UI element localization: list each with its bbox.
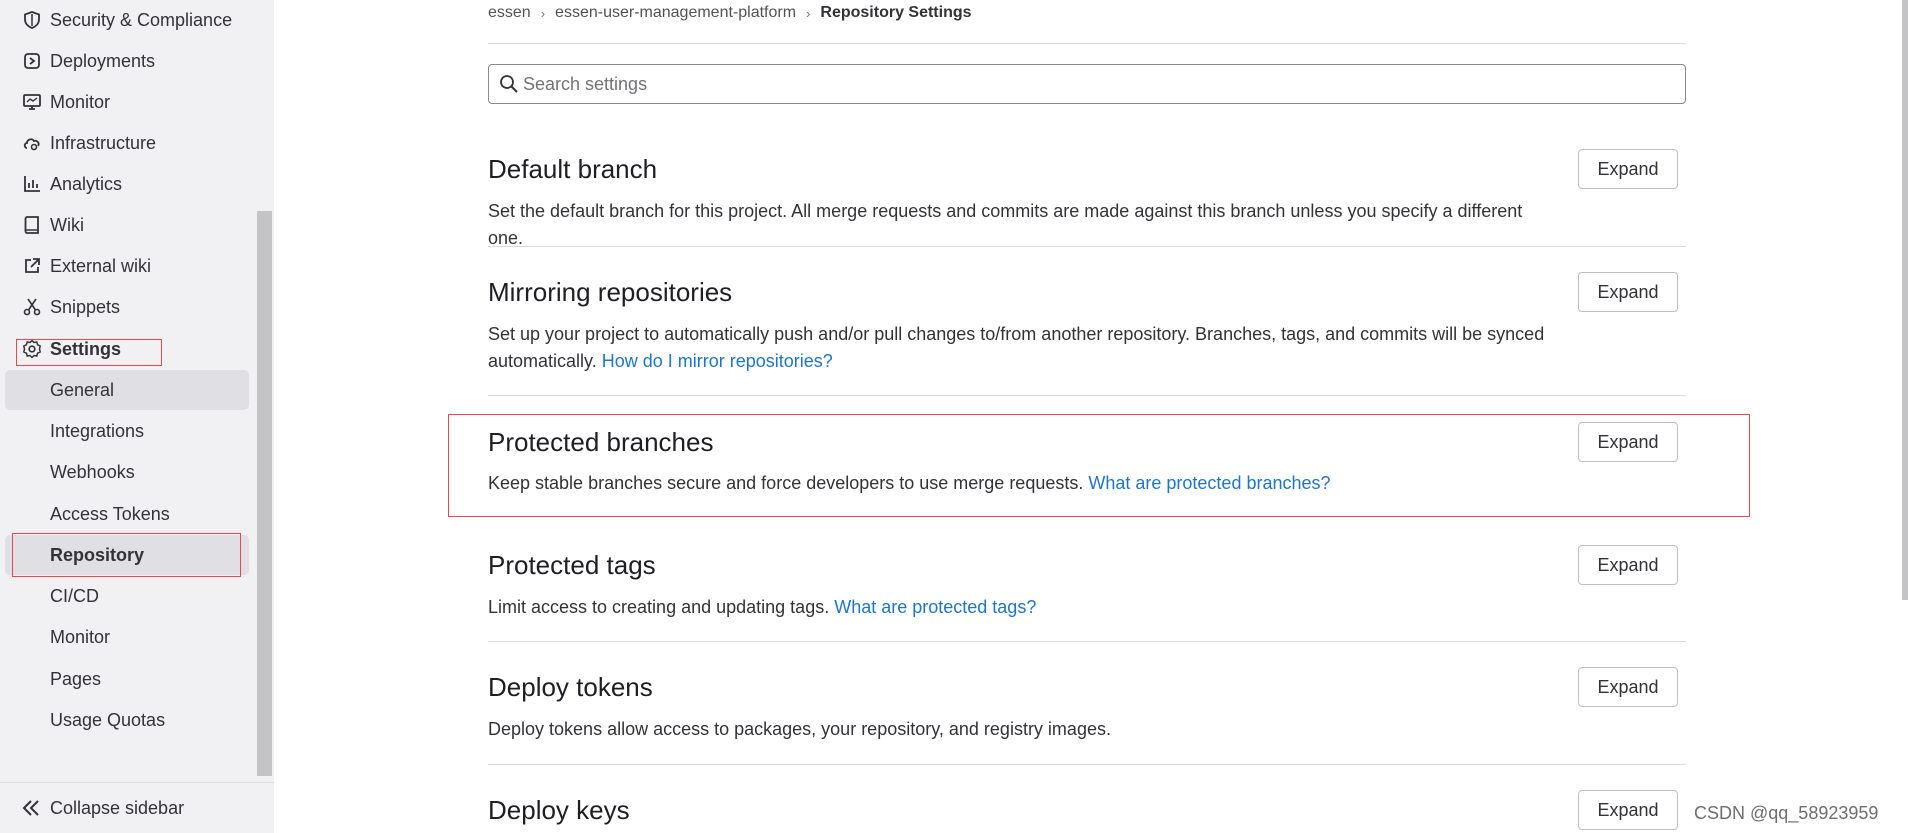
breadcrumb: essen › essen-user-management-platform ›… [488, 4, 972, 22]
sidebar-item-label: Deployments [50, 50, 156, 71]
chevron-right-icon: › [540, 5, 546, 21]
divider [488, 641, 1686, 642]
chevron-right-icon: › [806, 5, 811, 21]
sidebar-item-external-wiki[interactable]: External wiki [5, 246, 249, 286]
sidebar-item-label: Usage Quotas [50, 709, 166, 730]
sidebar-item-label: General [50, 379, 115, 400]
sidebar-item-infrastructure[interactable]: Infrastructure [5, 123, 249, 163]
sidebar: Security & Compliance Deployments Monito… [0, 0, 274, 833]
watermark: CSDN @qq_58923959 [1694, 803, 1879, 823]
breadcrumb-current: Repository Settings [820, 4, 972, 21]
sidebar-item-label: Wiki [50, 214, 84, 235]
section-title-default-branch: Default branch [488, 154, 658, 184]
sidebar-item-label: Settings [50, 338, 122, 359]
sidebar-subitem-ci-cd[interactable]: CI/CD [5, 576, 249, 616]
sidebar-item-label: Webhooks [50, 461, 135, 482]
monitor-icon [21, 91, 43, 113]
sidebar-item-label: Snippets [50, 296, 121, 317]
sidebar-item-label: External wiki [50, 255, 152, 276]
breadcrumb-item[interactable]: essen-user-management-platform [555, 4, 796, 22]
section-description: Limit access to creating and updating ta… [488, 594, 1548, 621]
section-description: Set up your project to automatically pus… [488, 321, 1548, 375]
cloud-gear-icon [21, 132, 43, 154]
sidebar-subitem-general[interactable]: General [5, 370, 249, 410]
chart-icon [21, 173, 43, 195]
shield-icon [21, 9, 43, 31]
sidebar-item-label: Monitor [50, 91, 111, 112]
collapse-sidebar-label: Collapse sidebar [50, 798, 185, 818]
sidebar-item-snippets[interactable]: Snippets [5, 287, 249, 327]
expand-deploy-keys-button[interactable]: Expand [1578, 790, 1678, 830]
sidebar-item-monitor[interactable]: Monitor [5, 82, 249, 122]
book-icon [21, 214, 43, 236]
rocket-icon [21, 50, 43, 72]
breadcrumb-item[interactable]: essen [488, 4, 531, 22]
help-link-protected-branches[interactable]: What are protected branches? [1088, 473, 1330, 493]
sidebar-item-security-compliance[interactable]: Security & Compliance [5, 0, 249, 40]
external-link-icon [21, 255, 43, 277]
sidebar-subitem-repository[interactable]: Repository [5, 535, 249, 575]
sidebar-nav: Security & Compliance Deployments Monito… [0, 0, 258, 775]
sidebar-subitem-integrations[interactable]: Integrations [5, 411, 249, 451]
sidebar-item-label: Pages [50, 668, 102, 689]
sidebar-item-label: CI/CD [50, 585, 99, 606]
sidebar-subitem-usage-quotas[interactable]: Usage Quotas [5, 700, 249, 740]
sidebar-item-analytics[interactable]: Analytics [5, 164, 249, 204]
sidebar-scrollbar[interactable] [257, 211, 272, 776]
sidebar-item-label: Infrastructure [50, 132, 157, 153]
section-description-text: Limit access to creating and updating ta… [488, 597, 830, 617]
section-title-deploy-keys: Deploy keys [488, 795, 630, 825]
sidebar-subitem-pages[interactable]: Pages [5, 659, 249, 699]
help-link-protected-tags[interactable]: What are protected tags? [834, 597, 1036, 617]
section-description: Keep stable branches secure and force de… [488, 470, 1548, 497]
sidebar-item-settings[interactable]: Settings [5, 329, 249, 369]
sidebar-subitem-access-tokens[interactable]: Access Tokens [5, 494, 249, 534]
expand-deploy-tokens-button[interactable]: Expand [1578, 667, 1678, 707]
section-title-deploy-tokens: Deploy tokens [488, 672, 653, 702]
divider [488, 395, 1686, 396]
sidebar-subitem-webhooks[interactable]: Webhooks [5, 452, 249, 492]
section-description: Set the default branch for this project.… [488, 198, 1548, 252]
expand-protected-branches-button[interactable]: Expand [1578, 422, 1678, 462]
divider [488, 43, 1686, 44]
section-description-text: Deploy tokens allow access to packages, … [488, 719, 1111, 739]
sidebar-item-deployments[interactable]: Deployments [5, 41, 249, 81]
sidebar-subitem-monitor[interactable]: Monitor [5, 617, 249, 657]
search-icon [499, 74, 519, 94]
sidebar-item-label: Access Tokens [50, 503, 170, 524]
section-title-protected-tags: Protected tags [488, 550, 656, 580]
search-settings-input[interactable] [523, 72, 1663, 96]
section-title-mirroring-repositories: Mirroring repositories [488, 277, 733, 307]
sidebar-item-wiki[interactable]: Wiki [5, 205, 249, 245]
divider [488, 764, 1686, 765]
collapse-sidebar-button[interactable]: Collapse sidebar [0, 782, 274, 833]
sidebar-item-label: Repository [50, 544, 145, 565]
section-description-text: Set the default branch for this project.… [488, 201, 1523, 248]
sidebar-item-label: Analytics [50, 173, 123, 194]
gear-icon [21, 338, 43, 360]
main-scrollbar[interactable] [1902, 0, 1908, 600]
expand-protected-tags-button[interactable]: Expand [1578, 545, 1678, 585]
section-description: Deploy tokens allow access to packages, … [488, 716, 1548, 743]
section-title-protected-branches: Protected branches [488, 427, 714, 457]
sidebar-item-label: Monitor [50, 626, 111, 647]
double-chevron-left-icon [20, 797, 42, 819]
sidebar-item-label: Integrations [50, 420, 145, 441]
divider [488, 246, 1686, 247]
sidebar-item-label: Security & Compliance [50, 9, 233, 30]
section-description-text: Keep stable branches secure and force de… [488, 473, 1084, 493]
expand-default-branch-button[interactable]: Expand [1578, 149, 1678, 189]
search-box [488, 64, 1686, 104]
expand-mirroring-repositories-button[interactable]: Expand [1578, 272, 1678, 312]
scissors-icon [21, 296, 43, 318]
help-link-mirror-repositories[interactable]: How do I mirror repositories? [602, 351, 833, 371]
